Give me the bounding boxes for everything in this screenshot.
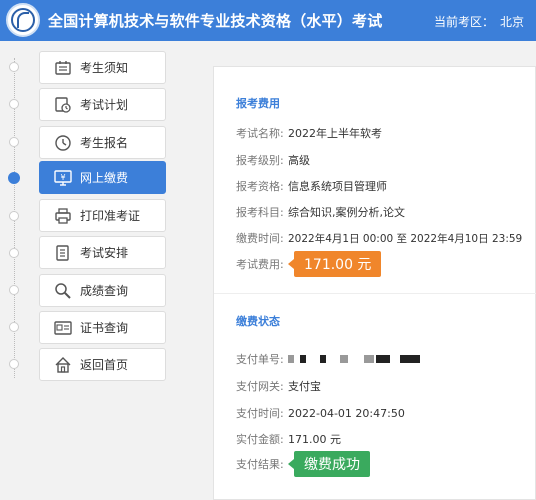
sidebar-item-label: 证书查询 — [80, 321, 129, 335]
step-dot — [9, 285, 19, 295]
field-label: 支付单号: — [236, 353, 284, 366]
top-header: 全国计算机技术与软件专业技术资格（水平）考试 当前考区： 北京 — [0, 0, 536, 41]
sidebar-item-label: 考生报名 — [80, 136, 129, 150]
sidebar-item-label: 打印准考证 — [80, 209, 141, 223]
field-value: 支付宝 — [288, 380, 321, 393]
sidebar-item-certificate[interactable]: 证书查询 — [39, 311, 166, 344]
field-label: 实付金额: — [236, 433, 284, 446]
field-value: 高级 — [288, 154, 310, 167]
sidebar-item-schedule[interactable]: 考试计划 — [39, 88, 166, 121]
status-row-result: 支付结果: 缴费成功 — [236, 451, 370, 477]
field-label: 报考级别: — [236, 154, 284, 167]
step-dot — [9, 322, 19, 332]
region-label: 当前考区： — [434, 15, 495, 29]
field-label: 考试名称: — [236, 127, 284, 140]
field-label: 考试费用: — [236, 258, 284, 271]
notice-icon — [54, 59, 72, 77]
field-label: 支付时间: — [236, 407, 284, 420]
sidebar-item-print-ticket[interactable]: 打印准考证 — [39, 199, 166, 232]
status-row-paid: 实付金额: 171.00 元 — [236, 431, 341, 447]
step-dot — [9, 62, 19, 72]
region-value[interactable]: 北京 — [500, 13, 524, 30]
sidebar-item-label: 网上缴费 — [80, 171, 129, 185]
calendar-clock-icon — [54, 96, 72, 114]
sidebar-item-arrangement[interactable]: 考试安排 — [39, 236, 166, 269]
yen-monitor-icon: ¥ — [54, 169, 72, 187]
field-value: 信息系统项目管理师 — [288, 180, 387, 193]
document-icon — [54, 244, 72, 262]
clock-icon — [54, 134, 72, 152]
fee-amount-badge: 171.00 元 — [287, 251, 382, 277]
redacted-order-number — [288, 355, 426, 363]
section-divider — [214, 293, 536, 294]
sidebar-item-home[interactable]: 返回首页 — [39, 348, 166, 381]
printer-icon — [54, 207, 72, 225]
fee-row-subjects: 报考科目: 综合知识,案例分析,论文 — [236, 204, 405, 220]
exam-logo-icon — [6, 3, 40, 37]
payment-success-badge: 缴费成功 — [288, 451, 370, 477]
step-dot — [9, 248, 19, 258]
step-dot — [9, 99, 19, 109]
field-label: 支付网关: — [236, 380, 284, 393]
fee-section-title: 报考费用 — [236, 97, 280, 110]
sidebar-item-scores[interactable]: 成绩查询 — [39, 274, 166, 307]
sidebar-item-label: 成绩查询 — [80, 284, 129, 298]
fee-row-level: 报考级别: 高级 — [236, 152, 310, 168]
sidebar-item-label: 考生须知 — [80, 61, 129, 75]
fee-row-qualification: 报考资格: 信息系统项目管理师 — [236, 178, 387, 194]
payment-panel: 报考费用 考试名称: 2022年上半年软考 报考级别: 高级 报考资格: 信息系… — [213, 66, 536, 500]
magnifier-icon — [54, 282, 72, 300]
step-dot — [9, 137, 19, 147]
sidebar-item-register[interactable]: 考生报名 — [39, 126, 166, 159]
fee-row-payment-period: 缴费时间: 2022年4月1日 00:00 至 2022年4月10日 23:59 — [236, 230, 522, 246]
field-label: 报考科目: — [236, 206, 284, 219]
field-label: 缴费时间: — [236, 232, 284, 245]
sidebar-item-payment[interactable]: ¥ 网上缴费 — [39, 161, 166, 194]
field-value: 2022-04-01 20:47:50 — [288, 406, 405, 420]
field-value: 171.00 元 — [288, 433, 341, 446]
field-value: 2022年4月1日 00:00 至 2022年4月10日 23:59 — [288, 232, 523, 245]
status-section-title: 缴费状态 — [236, 315, 280, 328]
sidebar-item-label: 考试计划 — [80, 98, 129, 112]
status-row-gateway: 支付网关: 支付宝 — [236, 378, 321, 394]
fee-row-amount: 考试费用: 171.00 元 — [236, 251, 382, 277]
status-row-time: 支付时间: 2022-04-01 20:47:50 — [236, 405, 405, 421]
fee-row-exam-name: 考试名称: 2022年上半年软考 — [236, 125, 382, 141]
step-dot-active — [8, 172, 20, 184]
step-dot — [9, 359, 19, 369]
field-label: 报考资格: — [236, 180, 284, 193]
sidebar-item-notice[interactable]: 考生须知 — [39, 51, 166, 84]
status-row-order: 支付单号: — [236, 351, 426, 367]
step-dot — [9, 211, 19, 221]
sidebar-item-label: 考试安排 — [80, 246, 129, 260]
certificate-icon — [54, 319, 72, 337]
field-value: 2022年上半年软考 — [288, 127, 382, 140]
sidebar-item-label: 返回首页 — [80, 358, 129, 372]
page-title: 全国计算机技术与软件专业技术资格（水平）考试 — [48, 12, 383, 30]
svg-text:¥: ¥ — [60, 173, 65, 182]
home-icon — [54, 356, 72, 374]
field-label: 支付结果: — [236, 458, 284, 471]
field-value: 综合知识,案例分析,论文 — [288, 206, 405, 219]
